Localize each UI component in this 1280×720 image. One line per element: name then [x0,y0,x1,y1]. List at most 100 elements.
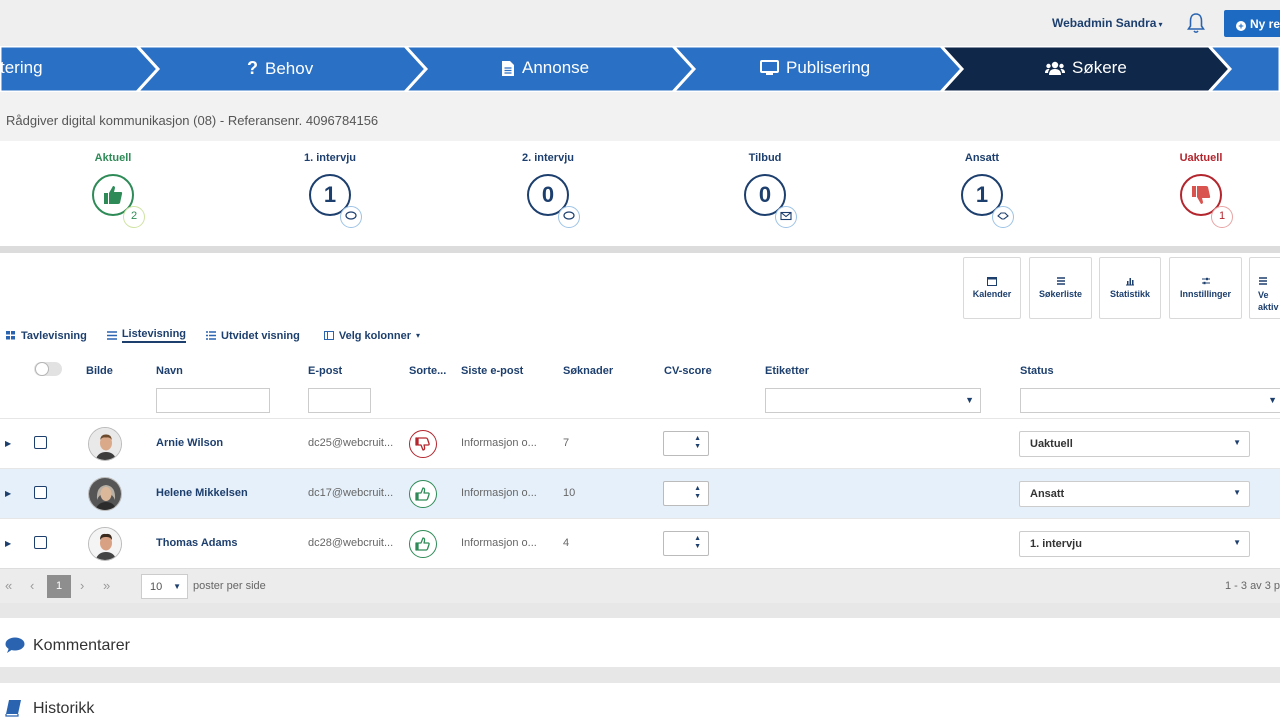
chat-icon [558,206,580,228]
status-value: 1. intervju [1030,538,1082,550]
applicant-email: dc28@webcruit... [308,537,394,549]
column-header-name[interactable]: Navn [156,365,183,377]
status-filter-select[interactable]: ▼ [1020,388,1280,413]
caret-down-icon: ▼ [1233,538,1241,547]
applicant-email: dc17@webcruit... [308,487,394,499]
name-filter-input[interactable] [156,388,270,413]
status-select[interactable]: Ansatt ▼ [1019,481,1250,507]
choose-columns-dropdown[interactable]: Velg kolonner ▾ [323,328,421,343]
applications-count: 7 [563,437,570,449]
user-menu[interactable]: Webadmin Sandra ▾ [1052,16,1162,30]
stage-label: 1. intervju [304,152,356,164]
applications-count: 4 [563,537,570,549]
status-select[interactable]: Uaktuell ▼ [1019,431,1250,457]
statistics-button[interactable]: Statistikk [1099,257,1161,319]
column-header-status[interactable]: Status [1020,365,1054,377]
top-bar: Webadmin Sandra ▾ + Ny re [0,0,1280,46]
board-view-tab[interactable]: Tavlevisning [6,328,87,343]
page-size-select[interactable]: 10 ▼ [141,574,188,599]
history-panel[interactable]: Historikk [0,683,1280,720]
step-label: tering [0,58,43,77]
choose-columns-label: Velg kolonner [338,329,411,342]
divider [0,603,1280,618]
cv-score-stepper[interactable]: ▲ ▼ [663,481,709,506]
applicant-list-panel: Kalender Søkerliste Statistikk Innstilli… [0,253,1280,603]
new-recruitment-button[interactable]: + Ny re [1224,10,1280,37]
extended-view-tab[interactable]: Utvidet visning [206,328,300,343]
column-header-cv-score[interactable]: CV-score [664,365,712,377]
status-select[interactable]: 1. intervju ▼ [1019,531,1250,557]
per-page-label: poster per side [193,580,266,592]
expand-arrow-icon[interactable]: ▶ [5,539,11,548]
spinner-arrows-icon: ▲ ▼ [694,435,701,450]
thumbs-up-icon[interactable] [409,480,437,508]
row-checkbox[interactable] [34,436,47,449]
step-registrering[interactable]: tering [0,58,43,78]
last-email: Informasjon o... [461,537,537,549]
calendar-button[interactable]: Kalender [963,257,1021,319]
column-header-sort[interactable]: Sorte... [409,365,446,377]
stage-label: Uaktuell [1179,152,1223,164]
select-all-toggle[interactable] [34,362,62,376]
table-row[interactable]: ▶ Thomas Adams dc28@webcruit... Informas… [0,518,1280,568]
list-icon [106,331,117,340]
step-behov[interactable]: ? Behov [247,58,313,79]
table-row[interactable]: ▶ Arnie Wilson dc25@webcruit... Informas… [0,418,1280,468]
pagination: « ‹ 1 › » 10 ▼ poster per side 1 - 3 av 3… [0,568,1280,603]
user-name: Webadmin Sandra [1052,16,1157,30]
comments-panel[interactable]: Kommentarer [0,618,1280,667]
expand-arrow-icon[interactable]: ▶ [5,439,11,448]
row-checkbox[interactable] [34,486,47,499]
column-header-applications[interactable]: Søknader [563,365,613,377]
thumbs-up-icon[interactable] [409,530,437,558]
first-page-icon[interactable]: « [5,578,12,593]
step-label: Annonse [522,58,590,77]
toggle-knob [35,362,49,376]
step-publisering[interactable]: Publisering [760,58,870,78]
column-header-email[interactable]: E-post [308,365,342,377]
cv-score-stepper[interactable]: ▲ ▼ [663,431,709,456]
bell-icon[interactable] [1186,12,1206,34]
divider [0,246,1280,253]
calendar-label: Kalender [972,289,1012,299]
column-header-tags[interactable]: Etiketter [765,365,809,377]
list-view-tab[interactable]: Listevisning [106,328,187,343]
list-icon [1259,277,1267,285]
avatar [88,427,122,461]
settings-button[interactable]: Innstillinger [1169,257,1242,319]
caret-down-icon: ▼ [965,395,974,405]
stage-label: Ansatt [964,152,1000,164]
applicant-name-link[interactable]: Helene Mikkelsen [156,487,248,499]
step-annonse[interactable]: Annonse [501,58,589,78]
step-sokere[interactable]: Søkere [1045,58,1127,78]
column-header-last-email[interactable]: Siste e-post [461,365,523,377]
grid-icon [6,331,15,340]
email-filter-input[interactable] [308,388,371,413]
last-page-icon[interactable]: » [103,578,110,593]
caret-down-icon: ▼ [1233,488,1241,497]
spinner-arrows-icon: ▲ ▼ [694,535,701,550]
applications-count: 10 [563,487,576,499]
row-checkbox[interactable] [34,536,47,549]
last-email: Informasjon o... [461,437,537,449]
divider [0,667,1280,683]
columns-icon [323,331,334,340]
more-button[interactable]: Ve aktiv [1249,257,1280,319]
tags-filter-select[interactable]: ▼ [765,388,981,413]
column-header-picture: Bilde [86,365,113,377]
thumbs-down-icon[interactable] [409,430,437,458]
status-value: Ansatt [1030,488,1065,500]
cv-score-stepper[interactable]: ▲ ▼ [663,531,709,556]
applicant-name-link[interactable]: Thomas Adams [156,537,238,549]
expand-arrow-icon[interactable]: ▶ [5,489,11,498]
table-row[interactable]: ▶ Helene Mikkelsen dc17@webcruit... Info… [0,468,1280,518]
avatar [88,477,122,511]
more-label: Ve aktiv [1258,290,1279,312]
previous-page-icon[interactable]: ‹ [30,578,34,593]
current-page-button[interactable]: 1 [47,575,71,598]
step-label: Publisering [786,58,871,77]
next-page-icon[interactable]: › [80,578,84,593]
caret-down-icon: ▾ [416,331,421,340]
applicant-list-button[interactable]: Søkerliste [1029,257,1092,319]
applicant-name-link[interactable]: Arnie Wilson [156,437,223,449]
